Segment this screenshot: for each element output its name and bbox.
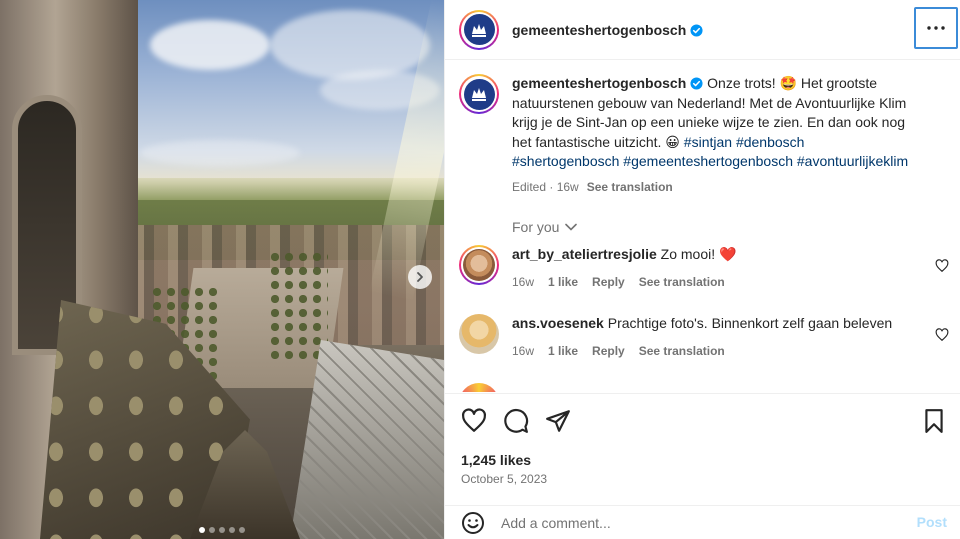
see-translation-link[interactable]: See translation: [639, 273, 725, 291]
comment-text: Prachtige foto's. Binnenkort zelf gaan b…: [607, 315, 893, 331]
share-icon[interactable]: [545, 408, 571, 434]
carousel-dot: [199, 527, 205, 533]
verified-badge-icon: [690, 23, 703, 37]
likes-count[interactable]: 1,245 likes: [461, 452, 531, 468]
caption-meta: Edited · 16w See translation: [512, 178, 952, 198]
more-options-icon: [927, 26, 945, 30]
heart-icon[interactable]: [935, 328, 949, 342]
post-date: October 5, 2023: [461, 472, 548, 486]
verified-badge-icon: [690, 77, 703, 90]
comment-avatar[interactable]: [459, 314, 499, 354]
photo-cloud: [140, 140, 300, 166]
action-bar: [445, 393, 960, 449]
chevron-right-icon: [417, 272, 423, 282]
post-caption: gemeenteshertogenbosch Onze trots! 🤩 Het…: [459, 74, 952, 197]
comments-scroll-area[interactable]: gemeenteshertogenbosch Onze trots! 🤩 Het…: [445, 61, 960, 392]
caption-line: krijg je de Sint-Jan op een unieke wijze…: [512, 114, 906, 130]
comment-username[interactable]: art_by_ateliertresjolie: [512, 246, 657, 262]
comment-item: art_by_ateliertresjolie Zo mooi! ❤️ 16w …: [459, 245, 949, 291]
comment-text: Zo mooi! ❤️: [660, 246, 737, 262]
photo-cloud: [270, 10, 430, 80]
edited-label: Edited · 16w: [512, 179, 579, 194]
comment-username[interactable]: ans.voesenek: [512, 315, 604, 331]
caption-username[interactable]: gemeenteshertogenbosch: [512, 75, 686, 91]
for-you-toggle[interactable]: For you: [512, 219, 578, 235]
carousel-dot: [209, 527, 215, 533]
next-photo-button[interactable]: [408, 265, 432, 289]
add-comment-bar: Post: [445, 505, 960, 539]
bookmark-icon[interactable]: [921, 408, 947, 434]
carousel-dot: [229, 527, 235, 533]
post-photo[interactable]: [0, 0, 444, 539]
photo-trees: [268, 250, 328, 360]
photo-cloud: [150, 20, 270, 70]
caption-avatar[interactable]: [459, 74, 499, 114]
crown-logo-icon: [472, 88, 486, 101]
post-panel: gemeenteshertogenbosch gemeenteshertogen…: [444, 0, 960, 539]
hashtag-link[interactable]: #sintjan #denbosch: [684, 134, 805, 150]
comment-age: 16w: [512, 344, 535, 358]
caption-text: gemeenteshertogenbosch Onze trots! 🤩 Het…: [512, 74, 952, 197]
crown-logo-icon: [472, 23, 486, 37]
emoji-icon[interactable]: [461, 511, 485, 535]
author-username[interactable]: gemeenteshertogenbosch: [512, 22, 703, 38]
chevron-down-icon: [565, 223, 578, 231]
author-avatar[interactable]: [459, 9, 499, 50]
comment-icon[interactable]: [503, 408, 529, 434]
carousel-dots: [0, 527, 444, 533]
reply-button[interactable]: Reply: [592, 342, 625, 360]
carousel-dot: [219, 527, 225, 533]
comment-likes[interactable]: 1 like: [548, 273, 578, 291]
caption-line: Onze trots! 🤩 Het grootste: [707, 75, 878, 91]
comment-input[interactable]: [501, 514, 881, 531]
post-comment-button[interactable]: Post: [917, 514, 947, 530]
comment-likes[interactable]: 1 like: [548, 342, 578, 360]
caption-line: natuurstenen gebouw van Nederland! Met d…: [512, 94, 907, 111]
see-translation-link[interactable]: See translation: [639, 342, 725, 360]
heart-icon[interactable]: [461, 408, 487, 434]
post-header: gemeenteshertogenbosch: [445, 0, 960, 60]
hashtag-link[interactable]: #shertogenbosch #gemeenteshertogenbosch …: [512, 152, 952, 172]
for-you-label: For you: [512, 219, 560, 235]
caption-line: het fantastische uitzicht. 😀: [512, 133, 684, 150]
heart-icon[interactable]: [935, 259, 949, 273]
carousel-dot: [239, 527, 245, 533]
comment-age: 16w: [512, 275, 535, 289]
reply-button[interactable]: Reply: [592, 273, 625, 291]
comment-item: ans.voesenek Prachtige foto's. Binnenkor…: [459, 314, 949, 360]
comment-avatar[interactable]: [459, 245, 499, 285]
more-options-button[interactable]: [914, 7, 958, 49]
see-translation-link[interactable]: See translation: [587, 180, 673, 194]
comment-avatar[interactable]: [459, 383, 499, 392]
